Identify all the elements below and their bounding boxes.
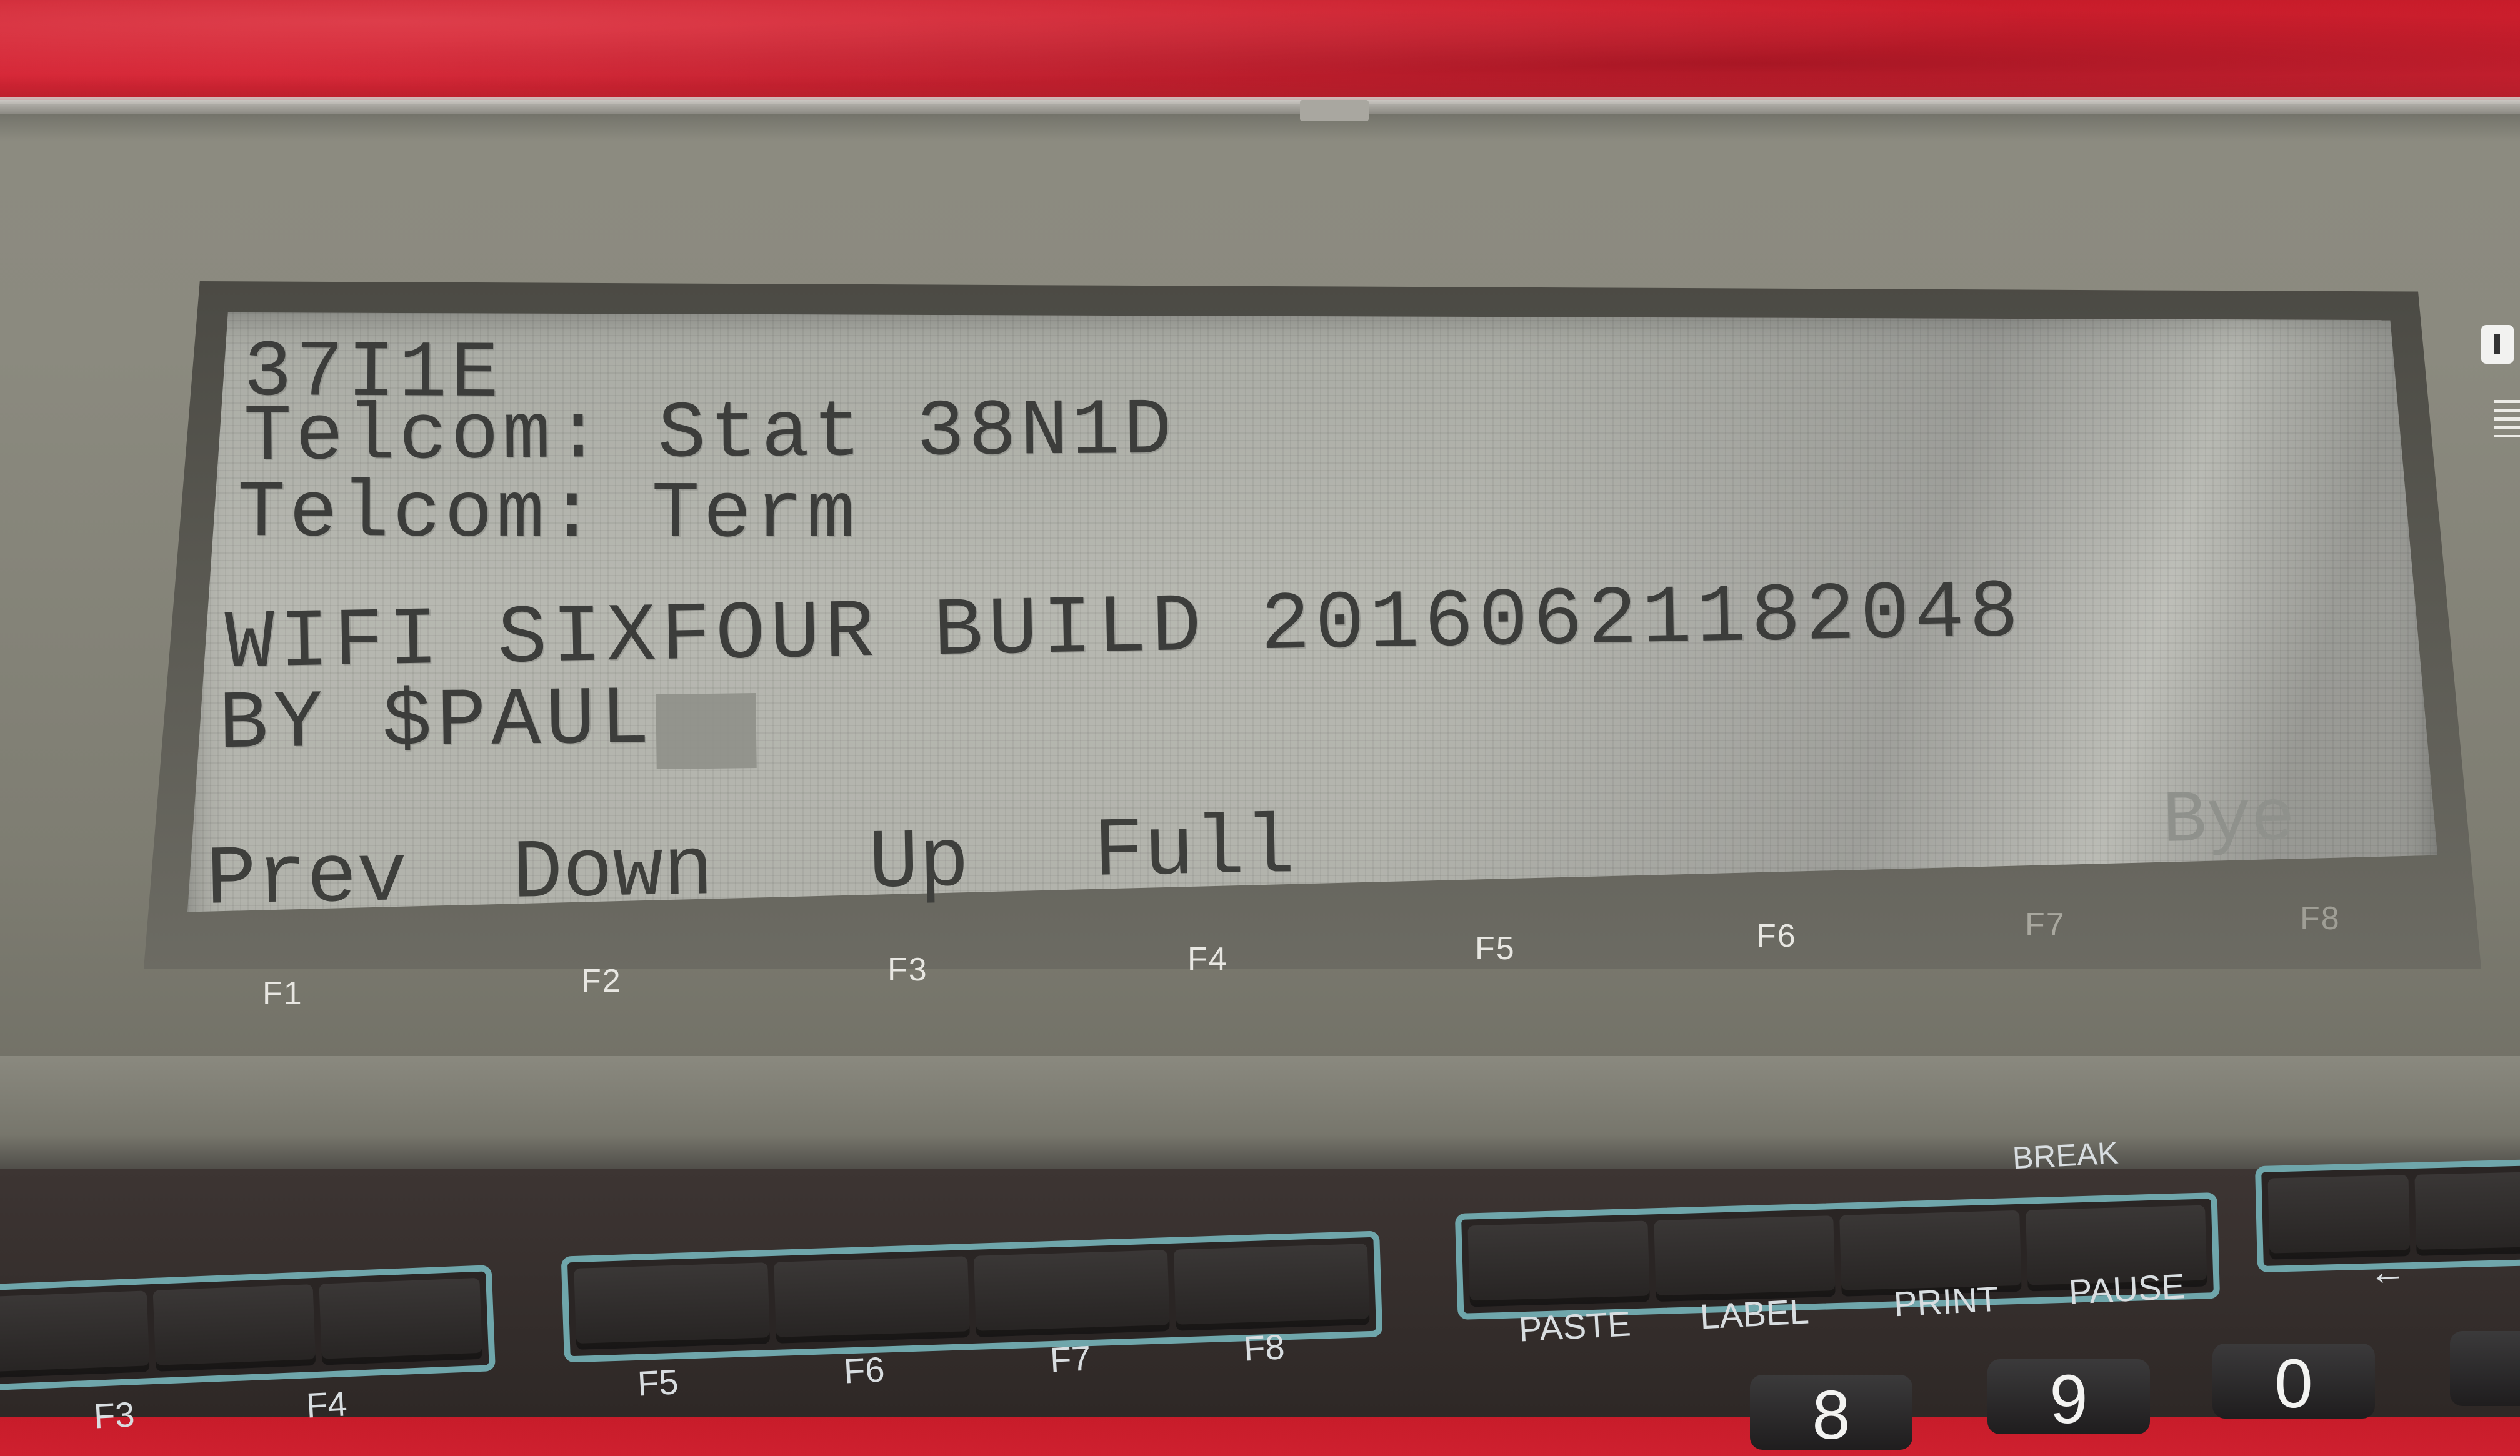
key-f5[interactable]: [574, 1262, 771, 1350]
screen-line-3: Telcom: Term: [237, 469, 859, 561]
bezel-label-f2: F2: [581, 963, 622, 999]
softkey-prev[interactable]: Prev: [206, 830, 408, 929]
key-right-arrow[interactable]: [2414, 1171, 2520, 1256]
text-cursor: [656, 693, 757, 769]
softkey-up[interactable]: Up: [868, 815, 970, 912]
key-label-paste: PASTE: [1518, 1304, 1632, 1349]
power-indicator-icon: [2481, 325, 2514, 364]
red-cloth-background: [0, 0, 2520, 106]
key-label-f8: F8: [1242, 1327, 1286, 1369]
key-label[interactable]: [1653, 1215, 1836, 1302]
key-f4[interactable]: [319, 1277, 483, 1365]
key-f2[interactable]: [0, 1290, 150, 1379]
key-label-pause: PAUSE: [2068, 1266, 2186, 1312]
speaker-grille: [2494, 400, 2520, 437]
key-paste[interactable]: [1468, 1220, 1650, 1307]
hinge-clip: [1300, 100, 1369, 121]
lid-edge: [0, 97, 2520, 114]
key-label-break: BREAK: [2011, 1135, 2119, 1176]
key-f6[interactable]: [774, 1256, 971, 1344]
bezel-label-f3: F3: [888, 952, 928, 988]
key-f8[interactable]: [1173, 1244, 1370, 1331]
key-8[interactable]: 8: [1750, 1375, 1912, 1454]
key-label-f4: F4: [305, 1384, 348, 1425]
author-line: BY $PAUL: [218, 672, 656, 772]
bezel-label-f8: F8: [2300, 900, 2341, 937]
softkey-down[interactable]: Down: [512, 824, 714, 922]
key-f3[interactable]: [152, 1284, 316, 1372]
bezel-label-f5: F5: [1475, 930, 1516, 967]
key-label-f5: F5: [636, 1362, 679, 1404]
key-label-print: PRINT: [1892, 1279, 2000, 1324]
softkey-full[interactable]: Full: [1093, 802, 1296, 900]
key-9[interactable]: 9: [1988, 1359, 2150, 1438]
bezel-label-f4: F4: [1188, 941, 1228, 977]
key-label-f3: F3: [92, 1394, 136, 1436]
softkey-bye[interactable]: Bye: [2162, 778, 2296, 864]
lid-bottom-edge: [0, 1056, 2520, 1187]
key-partial[interactable]: [2450, 1331, 2520, 1406]
key-label-f6: F6: [842, 1349, 886, 1391]
key-label-label: LABEL: [1699, 1291, 1810, 1337]
screen-line-2: Telcom: Stat 38N1D: [243, 386, 1176, 484]
key-left-arrow[interactable]: [2268, 1175, 2411, 1260]
key-0[interactable]: 0: [2212, 1344, 2375, 1422]
left-arrow-icon: ←: [2368, 1249, 2408, 1294]
key-label-f7: F7: [1049, 1338, 1092, 1380]
key-group-f3-f4: [0, 1265, 496, 1391]
bezel-label-f7: F7: [2025, 907, 2066, 943]
key-f7[interactable]: [973, 1250, 1170, 1337]
bezel-label-f6: F6: [1756, 918, 1797, 954]
bezel-label-f1: F1: [262, 975, 303, 1012]
